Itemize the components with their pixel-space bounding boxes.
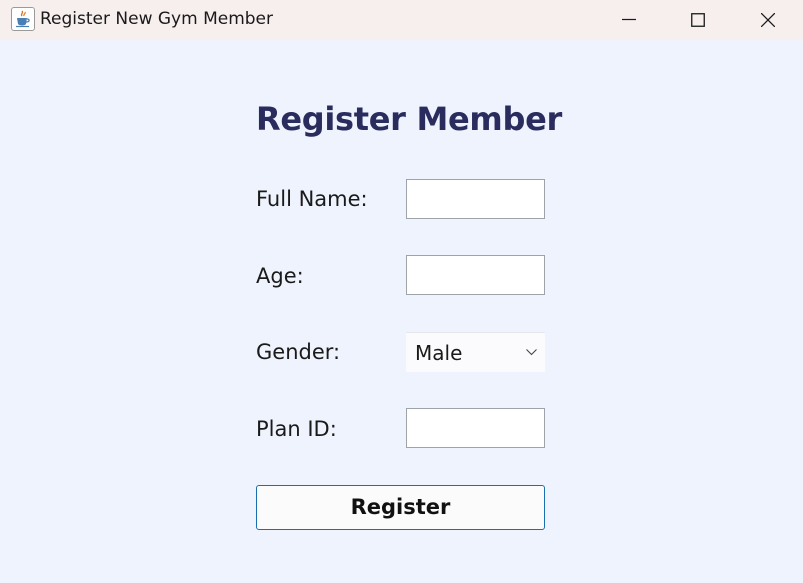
- close-button[interactable]: [733, 0, 803, 40]
- gender-label: Gender:: [256, 340, 341, 364]
- gender-select[interactable]: Male: [406, 332, 545, 372]
- java-cup-icon: [11, 7, 35, 31]
- minimize-button[interactable]: [594, 0, 664, 40]
- title-bar[interactable]: Register New Gym Member: [0, 0, 803, 40]
- plan-id-label: Plan ID:: [256, 417, 337, 441]
- gender-selected-value: Male: [415, 341, 463, 365]
- age-input[interactable]: [406, 255, 545, 295]
- window-title: Register New Gym Member: [40, 9, 274, 29]
- full-name-input[interactable]: [406, 179, 545, 219]
- full-name-label: Full Name:: [256, 187, 368, 211]
- chevron-down-icon: [526, 349, 537, 356]
- form-heading: Register Member: [256, 100, 562, 138]
- maximize-icon: [691, 13, 705, 27]
- minimize-icon: [622, 18, 636, 21]
- close-icon: [761, 13, 775, 27]
- age-label: Age:: [256, 264, 304, 288]
- plan-id-input[interactable]: [406, 408, 545, 448]
- register-button[interactable]: Register: [256, 485, 545, 530]
- app-window: Register New Gym Member Register Member …: [0, 0, 803, 583]
- maximize-button[interactable]: [663, 0, 733, 40]
